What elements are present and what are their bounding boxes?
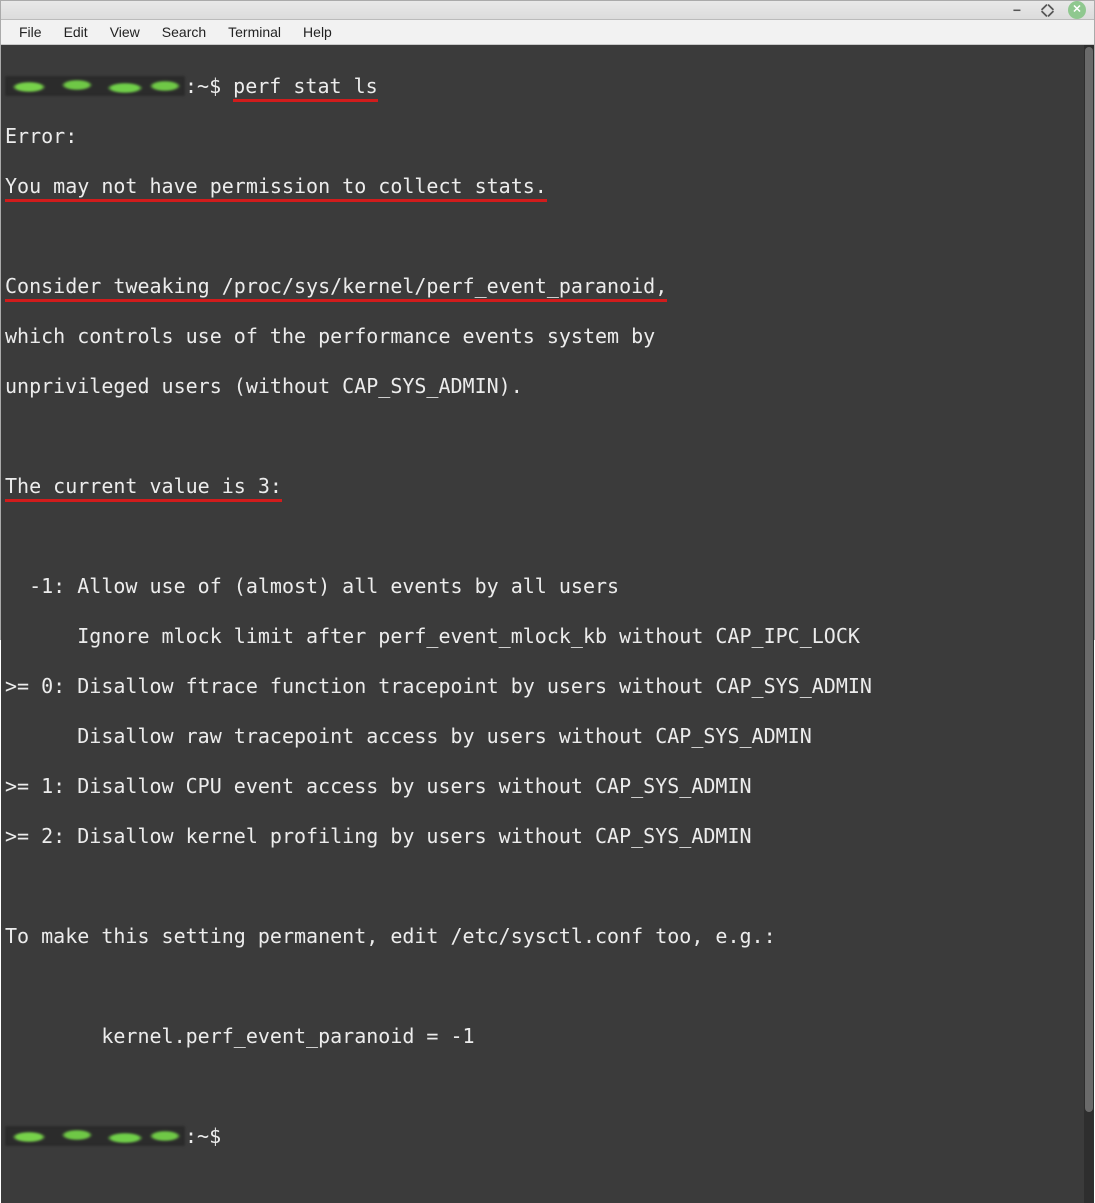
output-line: >= 0: Disallow ftrace function tracepoin… <box>5 674 1078 699</box>
user-host-redacted <box>5 76 185 96</box>
window-titlebar <box>1 1 1094 20</box>
menu-terminal[interactable]: Terminal <box>218 20 291 44</box>
output-line: >= 2: Disallow kernel profiling by users… <box>5 824 1078 849</box>
output-line <box>5 974 1078 999</box>
terminal-content[interactable]: :~$ perf stat ls Error: You may not have… <box>1 45 1084 1203</box>
terminal-window: File Edit View Search Terminal Help :~$ … <box>0 0 1095 640</box>
scrollbar-thumb[interactable] <box>1085 47 1093 1112</box>
output-line <box>5 1074 1078 1099</box>
output-line <box>5 874 1078 899</box>
terminal-scrollbar[interactable] <box>1084 45 1094 1203</box>
menu-edit[interactable]: Edit <box>54 20 98 44</box>
output-line <box>5 424 1078 449</box>
menu-help[interactable]: Help <box>293 20 342 44</box>
output-line: The current value is 3: <box>5 474 282 499</box>
output-line <box>5 524 1078 549</box>
output-line: To make this setting permanent, edit /et… <box>5 924 1078 949</box>
prompt-separator: :~$ <box>185 1124 233 1148</box>
maximize-button[interactable] <box>1038 1 1056 19</box>
output-line: Ignore mlock limit after perf_event_mloc… <box>5 624 1078 649</box>
output-line: You may not have permission to collect s… <box>5 174 547 199</box>
output-line: kernel.perf_event_paranoid = -1 <box>5 1024 1078 1049</box>
close-button[interactable] <box>1068 1 1086 19</box>
menu-view[interactable]: View <box>100 20 150 44</box>
output-line <box>5 224 1078 249</box>
output-line: which controls use of the performance ev… <box>5 324 1078 349</box>
menu-search[interactable]: Search <box>152 20 216 44</box>
output-line: >= 1: Disallow CPU event access by users… <box>5 774 1078 799</box>
output-line: Disallow raw tracepoint access by users … <box>5 724 1078 749</box>
menu-file[interactable]: File <box>9 20 52 44</box>
output-line: Consider tweaking /proc/sys/kernel/perf_… <box>5 274 667 299</box>
minimize-button[interactable] <box>1008 1 1026 19</box>
output-line: unprivileged users (without CAP_SYS_ADMI… <box>5 374 1078 399</box>
output-line: Error: <box>5 124 1078 149</box>
user-host-redacted <box>5 1126 185 1146</box>
command-text: perf stat ls <box>233 74 378 99</box>
output-line: -1: Allow use of (almost) all events by … <box>5 574 1078 599</box>
maximize-icon <box>1041 4 1054 17</box>
menubar: File Edit View Search Terminal Help <box>1 20 1094 45</box>
prompt-separator: :~$ <box>185 74 233 98</box>
terminal-area: :~$ perf stat ls Error: You may not have… <box>1 45 1094 1203</box>
